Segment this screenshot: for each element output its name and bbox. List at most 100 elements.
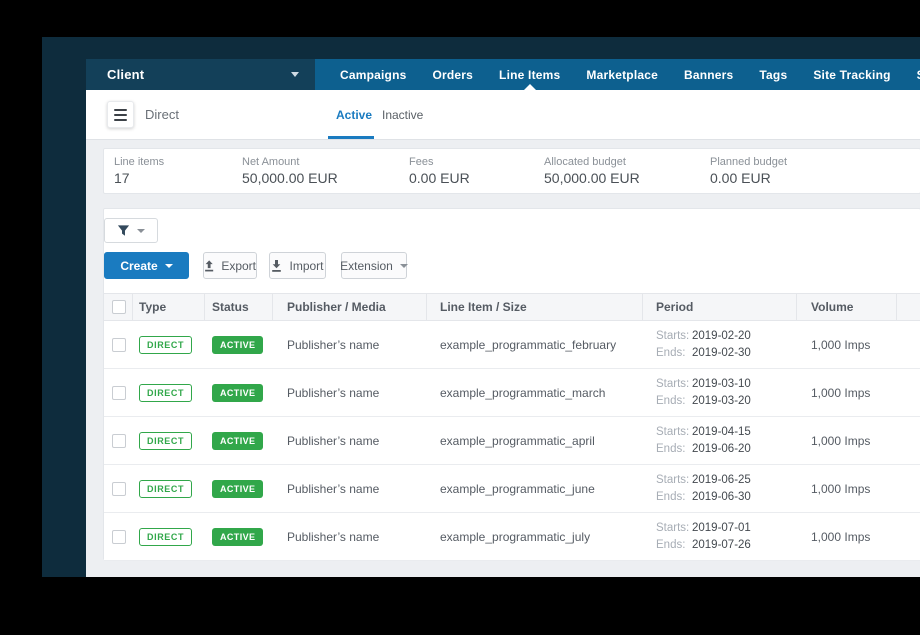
status-badge: ACTIVE [212, 431, 264, 450]
end-date: 2019-06-30 [692, 491, 751, 503]
start-date: 2019-06-25 [692, 474, 751, 486]
chevron-down-icon [164, 263, 173, 268]
create-button-label: Create [120, 258, 158, 273]
column-header-status[interactable]: Status [212, 294, 249, 320]
line-item-name: example_programmatic_march [440, 385, 606, 400]
ends-label: Ends: [656, 539, 686, 551]
stat-planned-budget-value: 0.00 EUR [710, 170, 771, 186]
starts-label: Starts: [656, 474, 690, 486]
stat-net-amount-value: 50,000.00 EUR [242, 170, 338, 186]
menu-button[interactable] [107, 101, 134, 128]
select-all-checkbox[interactable] [112, 300, 126, 314]
line-item-name: example_programmatic_april [440, 433, 595, 448]
top-navbar: Client Campaigns Orders Line Items Marke… [86, 59, 920, 90]
nav-item-stats-reports[interactable]: Stats & Reports [917, 59, 920, 90]
upload-icon [205, 259, 214, 271]
nav-item-campaigns[interactable]: Campaigns [340, 59, 406, 90]
filter-button[interactable] [104, 218, 158, 243]
line-items-card: Create Export Import Extension Type Stat… [103, 208, 920, 561]
nav-item-banners[interactable]: Banners [684, 59, 733, 90]
tab-inactive[interactable]: Inactive [382, 90, 423, 139]
column-header-volume[interactable]: Volume [811, 294, 853, 320]
column-header-publisher[interactable]: Publisher / Media [287, 294, 386, 320]
period-cell: Starts: 2019-06-25 Ends: 2019-06-30 [656, 472, 751, 506]
row-checkbox[interactable] [112, 481, 126, 496]
stat-allocated-budget-value: 50,000.00 EUR [544, 170, 640, 186]
row-checkbox[interactable] [112, 337, 126, 352]
publisher-name: Publisher’s name [287, 337, 380, 352]
client-selector-label: Client [107, 67, 145, 82]
status-badge: ACTIVE [212, 383, 264, 402]
download-icon [272, 259, 282, 272]
nav-item-site-tracking[interactable]: Site Tracking [813, 59, 890, 90]
start-date: 2019-02-20 [692, 330, 751, 342]
hamburger-icon [114, 108, 127, 111]
import-button-label: Import [289, 258, 324, 273]
table-row[interactable]: DIRECT ACTIVE Publisher’s name example_p… [104, 369, 920, 417]
publisher-name: Publisher’s name [287, 385, 380, 400]
client-selector[interactable]: Client [86, 59, 315, 90]
table-header: Type Status Publisher / Media Line Item … [104, 293, 920, 321]
stat-fees-value: 0.00 EUR [409, 170, 470, 186]
type-badge: DIRECT [139, 431, 193, 450]
end-date: 2019-07-26 [692, 539, 751, 551]
starts-label: Starts: [656, 330, 690, 342]
type-badge: DIRECT [139, 479, 193, 498]
export-button-label: Export [221, 258, 256, 273]
extension-button[interactable]: Extension [340, 252, 408, 279]
table-row[interactable]: DIRECT ACTIVE Publisher’s name example_p… [104, 321, 920, 369]
end-date: 2019-03-20 [692, 395, 751, 407]
type-badge: DIRECT [139, 335, 193, 354]
period-cell: Starts: 2019-02-20 Ends: 2019-02-30 [656, 328, 751, 362]
row-checkbox[interactable] [112, 529, 126, 544]
import-button[interactable]: Import [269, 252, 326, 279]
stat-line-items-value: 17 [114, 170, 130, 186]
table-row[interactable]: DIRECT ACTIVE Publisher’s name example_p… [104, 465, 920, 513]
period-cell: Starts: 2019-04-15 Ends: 2019-06-20 [656, 424, 751, 458]
funnel-icon [117, 225, 130, 236]
volume-value: 1,000 Imps [811, 529, 871, 544]
nav-item-line-items-label: Line Items [499, 67, 561, 82]
row-checkbox[interactable] [112, 385, 126, 400]
status-badge: ACTIVE [212, 335, 264, 354]
start-date: 2019-03-10 [692, 378, 751, 390]
starts-label: Starts: [656, 378, 690, 390]
active-tab-underline [328, 136, 374, 139]
summary-stats-card: Line items 17 Net Amount 50,000.00 EUR F… [103, 148, 920, 194]
create-button[interactable]: Create [104, 252, 189, 279]
column-header-period[interactable]: Period [656, 294, 693, 320]
starts-label: Starts: [656, 522, 690, 534]
nav-item-line-items[interactable]: Line Items [499, 59, 560, 90]
line-item-name: example_programmatic_june [440, 481, 595, 496]
column-header-line-item[interactable]: Line Item / Size [440, 294, 527, 320]
row-checkbox[interactable] [112, 433, 126, 448]
period-cell: Starts: 2019-07-01 Ends: 2019-07-26 [656, 520, 751, 554]
end-date: 2019-02-30 [692, 347, 751, 359]
nav-item-tags[interactable]: Tags [759, 59, 787, 90]
ends-label: Ends: [656, 395, 686, 407]
tab-active[interactable]: Active [336, 90, 372, 139]
volume-value: 1,000 Imps [811, 385, 871, 400]
status-badge: ACTIVE [212, 479, 264, 498]
volume-value: 1,000 Imps [811, 481, 871, 496]
ends-label: Ends: [656, 443, 686, 455]
table-row[interactable]: DIRECT ACTIVE Publisher’s name example_p… [104, 417, 920, 465]
publisher-name: Publisher’s name [287, 481, 380, 496]
subheader-bar: Direct Active Inactive [86, 90, 920, 140]
nav-item-orders[interactable]: Orders [432, 59, 473, 90]
export-button[interactable]: Export [203, 252, 257, 279]
start-date: 2019-04-15 [692, 426, 751, 438]
line-item-name: example_programmatic_july [440, 529, 591, 544]
column-header-type[interactable]: Type [139, 294, 166, 320]
type-badge: DIRECT [139, 383, 193, 402]
publisher-name: Publisher’s name [287, 433, 380, 448]
chevron-down-icon [137, 228, 145, 233]
extension-button-label: Extension [340, 258, 393, 273]
app-window: Client Campaigns Orders Line Items Marke… [86, 59, 920, 577]
table-row[interactable]: DIRECT ACTIVE Publisher’s name example_p… [104, 513, 920, 561]
nav-item-marketplace[interactable]: Marketplace [586, 59, 658, 90]
period-cell: Starts: 2019-03-10 Ends: 2019-03-20 [656, 376, 751, 410]
nav-items: Campaigns Orders Line Items Marketplace … [315, 59, 920, 90]
screen: Client Campaigns Orders Line Items Marke… [0, 0, 920, 635]
volume-value: 1,000 Imps [811, 433, 871, 448]
